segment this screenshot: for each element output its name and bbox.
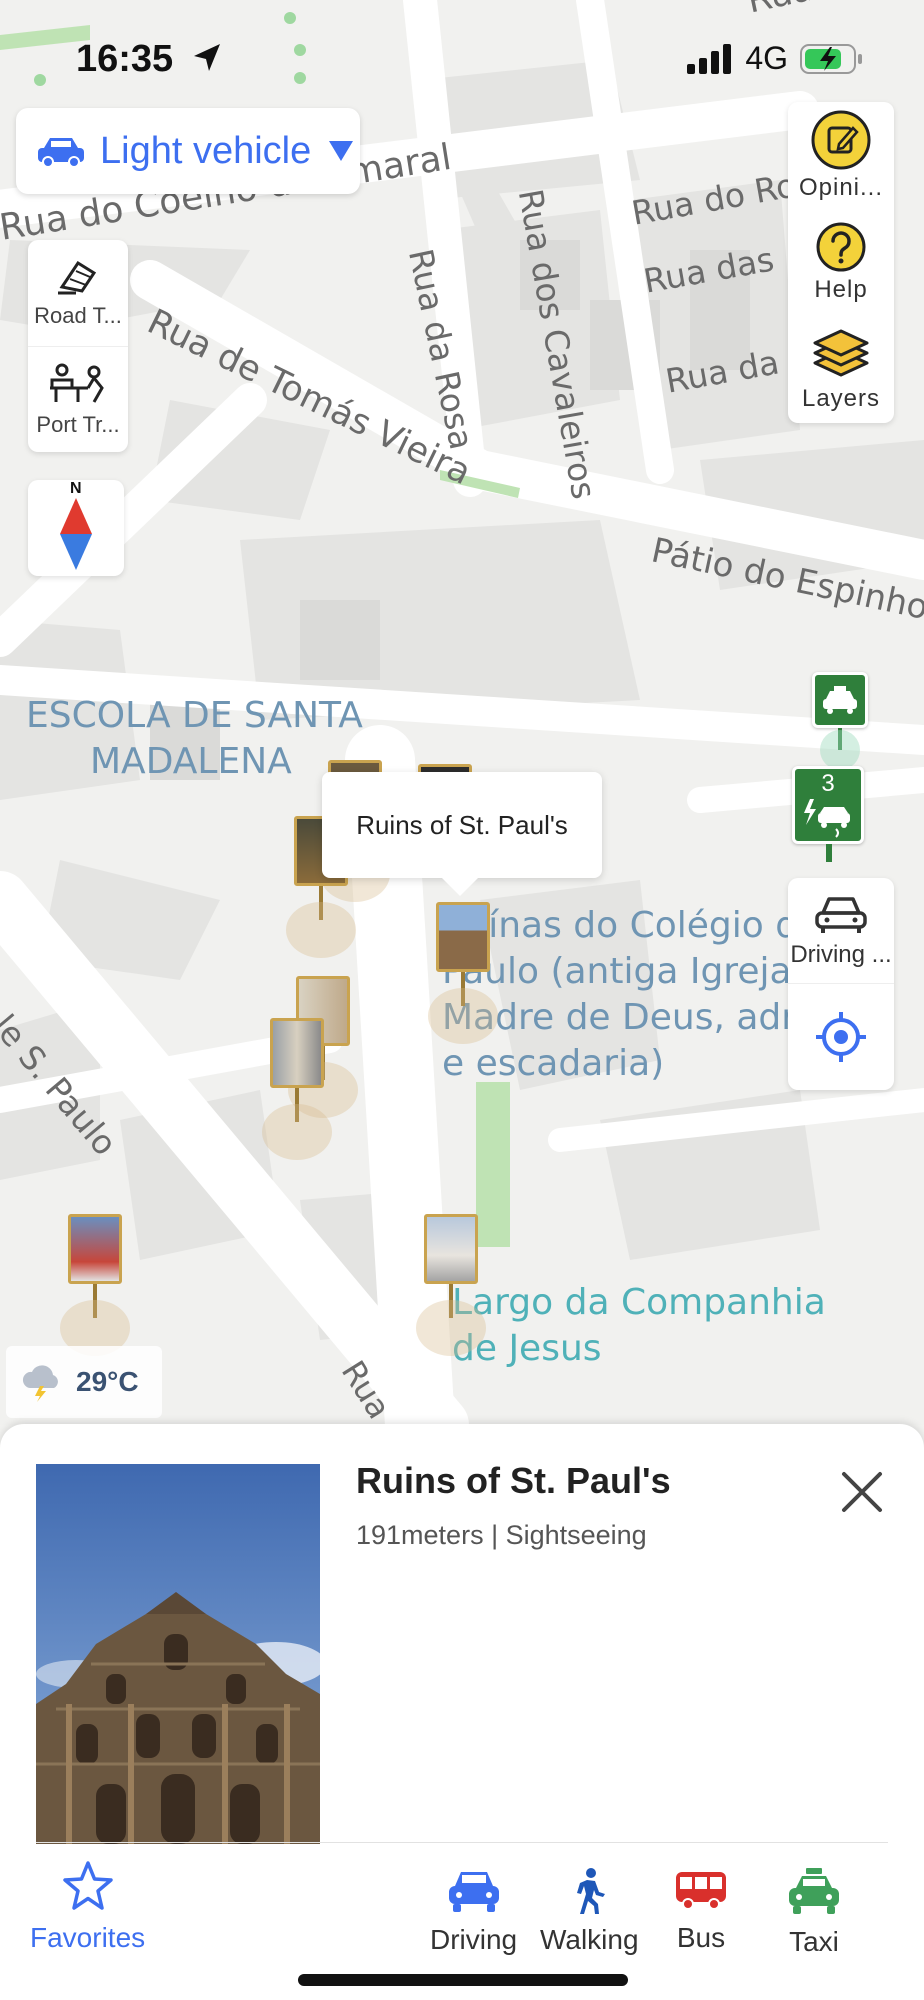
- taxi-route-button[interactable]: Taxi: [786, 1868, 842, 1958]
- poi-label-ruinas: e escadaria): [442, 1043, 665, 1084]
- opinion-button[interactable]: Opini...: [788, 102, 894, 209]
- taxi-stand-marker[interactable]: [812, 672, 868, 728]
- road-traffic-label: Road T...: [34, 303, 122, 328]
- photo-pin-ruins[interactable]: [428, 902, 498, 1044]
- help-icon: [816, 222, 866, 271]
- close-icon: [842, 1472, 882, 1512]
- chevron-down-icon: [329, 141, 354, 161]
- star-icon: [62, 1861, 113, 1910]
- crosshair-location-icon: [816, 1012, 866, 1062]
- help-label: Help: [814, 275, 868, 303]
- right-tool-panel: Opini... Help Layers: [788, 102, 894, 423]
- close-button[interactable]: [836, 1466, 888, 1518]
- photo-pin[interactable]: [416, 1214, 486, 1356]
- place-title: Ruins of St. Paul's: [356, 1460, 671, 1501]
- vehicle-type-dropdown[interactable]: Light vehicle: [16, 108, 360, 194]
- car-outline-icon: [815, 896, 867, 933]
- place-photo[interactable]: [36, 1464, 320, 1844]
- ev-charging-icon: [804, 799, 850, 838]
- vehicle-type-label: Light vehicle: [100, 129, 312, 172]
- poi-label-escola: ESCOLA DE SANTA: [26, 695, 363, 736]
- map-callout[interactable]: Ruins of St. Paul's: [322, 772, 602, 896]
- driving-route-label: Driving: [430, 1924, 518, 1955]
- layers-label: Layers: [801, 384, 881, 412]
- port-traffic-button[interactable]: Port Tr...: [28, 346, 128, 452]
- battery-charging-icon: [800, 43, 862, 74]
- road-traffic-icon: [58, 260, 97, 295]
- marker-halo: [820, 730, 860, 770]
- poi-label-largo: Largo da Companhia: [452, 1282, 826, 1323]
- bus-icon: [676, 1872, 726, 1910]
- charging-count: 3: [821, 770, 835, 797]
- opinion-label: Opini...: [798, 173, 884, 201]
- callout-text: Ruins of St. Paul's: [356, 809, 568, 840]
- place-detail-sheet: Ruins of St. Paul's 191meters | Sightsee…: [0, 1424, 924, 2000]
- taxi-route-label: Taxi: [789, 1926, 839, 1957]
- marker-stem: [826, 844, 832, 862]
- poi-label-escola: MADALENA: [90, 741, 292, 782]
- weather-widget[interactable]: 29°C: [6, 1346, 162, 1418]
- layers-button[interactable]: Layers: [788, 316, 894, 423]
- port-traffic-icon: [50, 363, 104, 403]
- temperature: 29°C: [76, 1366, 139, 1397]
- divider: [36, 1842, 888, 1843]
- car-icon: [448, 1872, 499, 1912]
- bus-route-label: Bus: [676, 1922, 726, 1953]
- taxi-icon: [789, 1868, 839, 1914]
- road-traffic-button[interactable]: Road T...: [28, 240, 128, 346]
- favorites-label: Favorites: [30, 1922, 146, 1953]
- photo-pin[interactable]: [262, 1018, 332, 1160]
- walking-route-button[interactable]: Walking: [540, 1868, 639, 1956]
- network-type: 4G: [745, 40, 788, 76]
- walking-route-label: Walking: [540, 1924, 639, 1955]
- thunderstorm-icon: [22, 1365, 58, 1402]
- help-button[interactable]: Help: [788, 209, 894, 316]
- layers-icon: [813, 329, 869, 376]
- location-arrow-icon: [193, 44, 220, 71]
- feedback-icon: [811, 110, 871, 169]
- map-view[interactable]: Rua Rua do Coelho do Amaral Rua de Tomás…: [0, 0, 924, 1425]
- place-subtitle: 191meters | Sightseeing: [356, 1520, 647, 1550]
- compass-north-label: N: [70, 480, 82, 497]
- taxi-icon: [823, 686, 857, 714]
- driving-label: Driving ...: [790, 940, 892, 968]
- status-time: 16:35: [76, 38, 224, 81]
- favorites-button[interactable]: Favorites: [30, 1860, 145, 1954]
- compass-button[interactable]: N: [28, 480, 124, 576]
- bus-route-button[interactable]: Bus: [674, 1868, 728, 1954]
- left-tool-panel: Road T... Port Tr...: [28, 240, 128, 452]
- poi-label-ruinas: Paulo (antiga Igreja: [442, 951, 792, 992]
- walking-icon: [577, 1868, 606, 1914]
- car-icon: [38, 138, 84, 168]
- signal-icon: [687, 43, 732, 74]
- driving-panel: Driving ...: [788, 878, 894, 1090]
- driving-route-button[interactable]: Driving: [430, 1868, 517, 1956]
- status-icons: 4G: [687, 40, 864, 77]
- charging-station-marker[interactable]: 3: [792, 766, 864, 844]
- poi-label-ruinas: Ruínas do Colégio d: [442, 905, 799, 946]
- port-traffic-label: Port Tr...: [36, 411, 120, 437]
- ruins-photo: [36, 1464, 320, 1844]
- photo-pin[interactable]: [60, 1214, 130, 1356]
- locate-me-button[interactable]: [788, 984, 894, 1090]
- home-indicator: [298, 1974, 628, 1986]
- driving-mode-button[interactable]: Driving ...: [788, 878, 894, 984]
